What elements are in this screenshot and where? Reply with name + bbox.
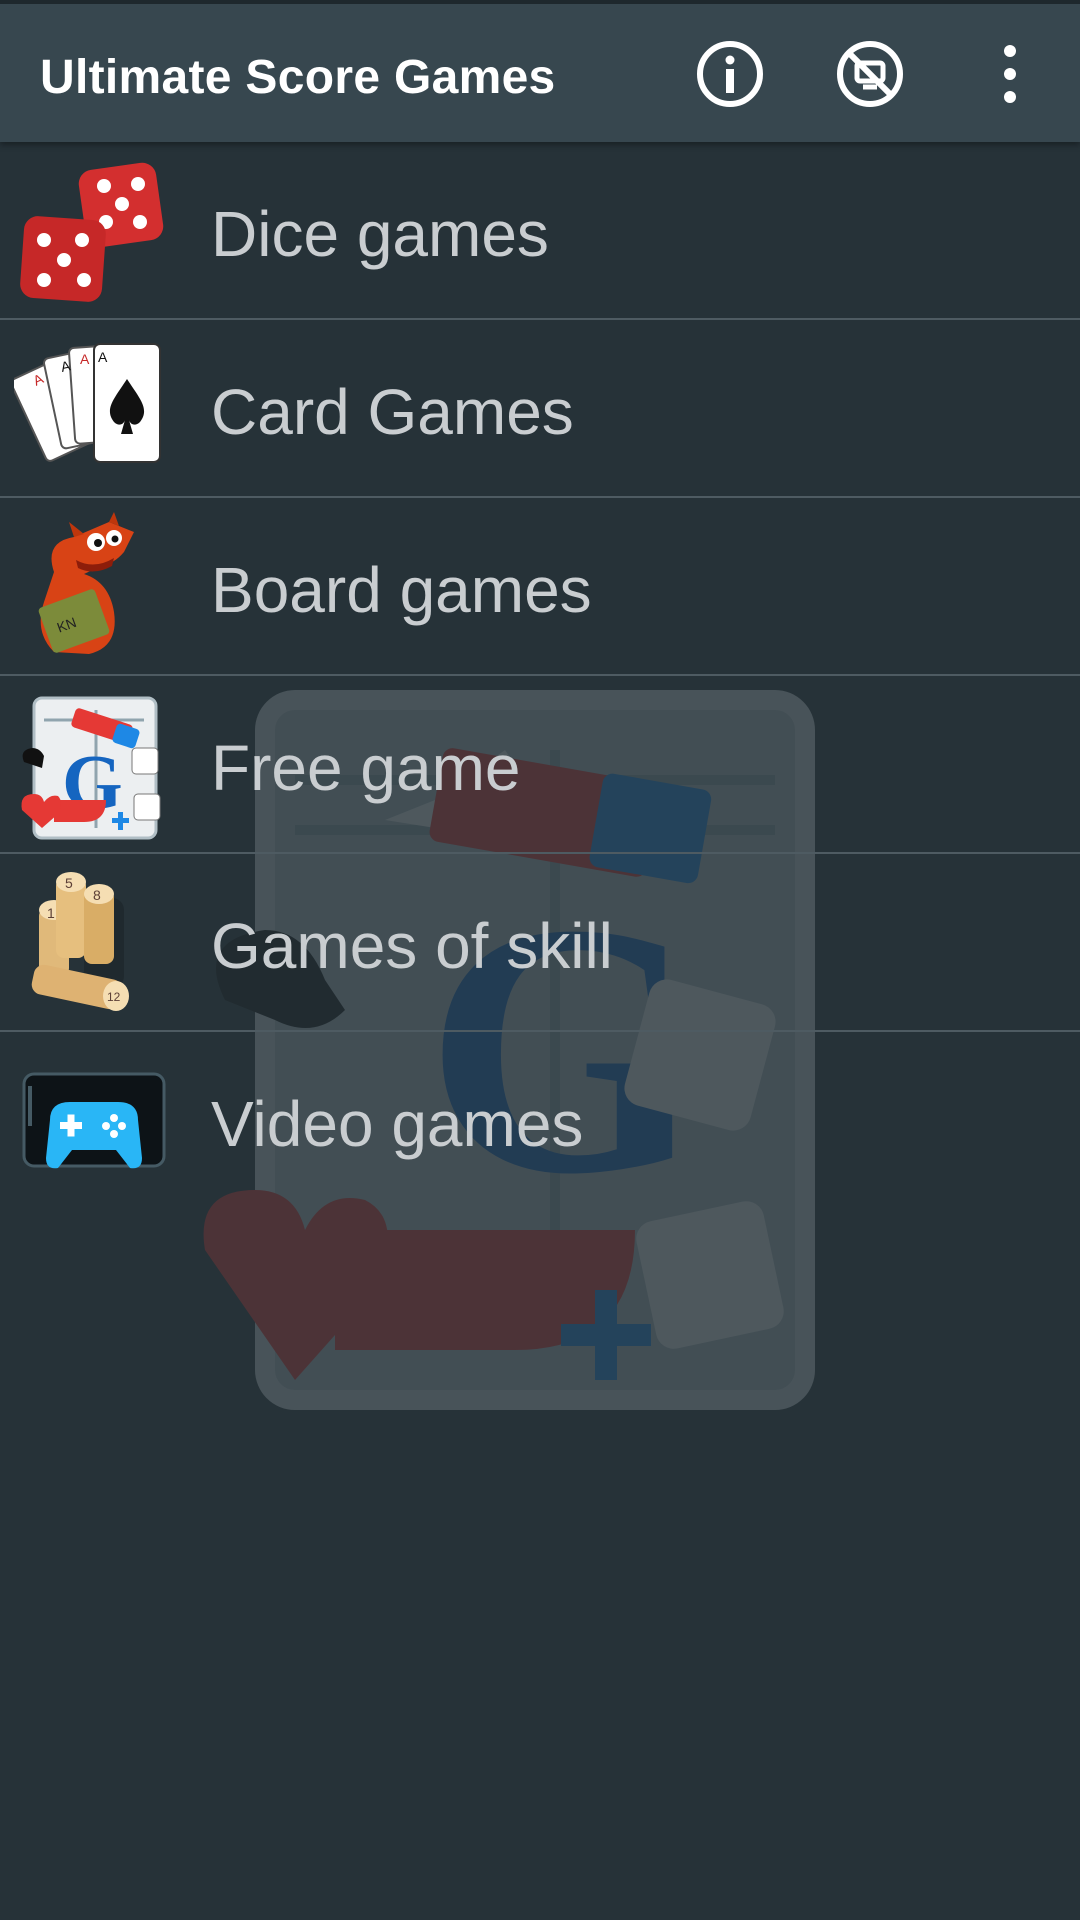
svg-text:1: 1 [47,905,55,921]
overflow-menu-icon [1004,45,1016,103]
svg-text:12: 12 [107,990,121,1004]
info-button[interactable] [690,34,770,114]
gamepad-icon [22,1072,166,1169]
app-title: Ultimate Score Games [40,51,556,104]
category-list: Dice games A A A A Card Games KN Board g… [0,142,1080,1210]
no-ads-icon [837,41,903,107]
list-item-board-games[interactable]: KN Board games [0,498,1080,676]
svg-text:8: 8 [93,887,101,903]
score-sheet-icon: G [21,696,161,840]
app-bar: Ultimate Score Games [0,0,1080,142]
list-item-label: Card Games [211,376,574,448]
list-item-video-games[interactable]: Video games [0,1032,1080,1210]
remove-ads-button[interactable] [830,34,910,114]
list-item-games-of-skill[interactable]: 1 5 8 12 Games of skill [0,854,1080,1032]
info-icon [697,41,763,107]
svg-text:5: 5 [65,875,73,891]
list-item-label: Board games [211,554,592,626]
list-item-label: Dice games [211,198,549,270]
svg-text:A: A [80,351,90,367]
overflow-menu-button[interactable] [970,34,1050,114]
list-item-dice-games[interactable]: Dice games [0,142,1080,320]
list-item-label: Games of skill [211,910,613,982]
kubb-pins-icon: 1 5 8 12 [31,872,129,1011]
playing-cards-icon: A A A A [14,343,161,463]
list-item-label: Video games [211,1088,584,1160]
list-item-card-games[interactable]: A A A A Card Games [0,320,1080,498]
dice-icon [20,162,164,302]
list-item-free-game[interactable]: G Free game [0,676,1080,854]
list-item-label: Free game [211,732,521,804]
dragon-reading-icon: KN [38,512,134,654]
svg-text:A: A [98,349,108,365]
